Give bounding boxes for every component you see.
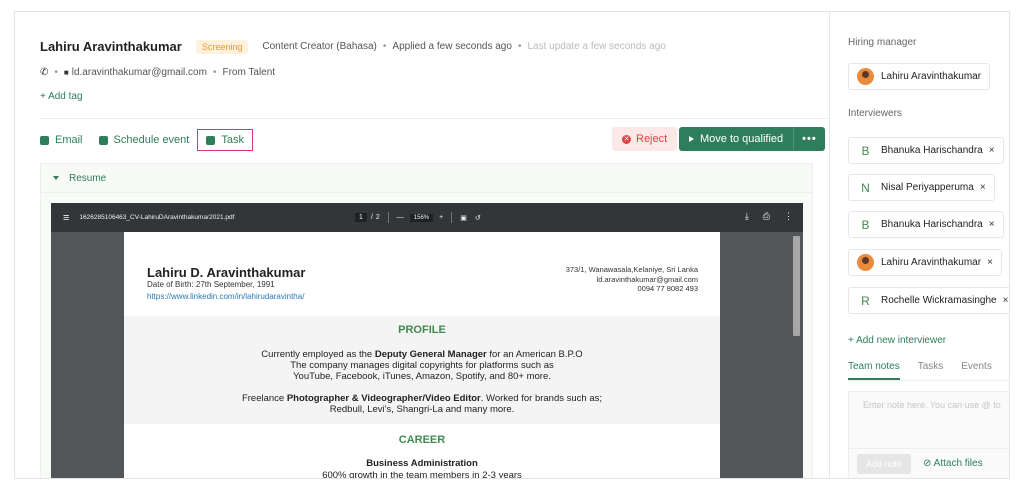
resume-name: Lahiru D. Aravinthakumar [147, 265, 306, 280]
mail-icon: ■ [63, 68, 69, 77]
pdf-toolbar: ≡ 1626285106463_CV-LahiruDAravinthakumar… [51, 203, 803, 232]
more-options-button[interactable]: ••• [794, 133, 825, 145]
contact-row: ✆ • ■ ld.aravinthakumar@gmail.com • From… [40, 67, 276, 78]
more-vert-icon[interactable]: ⋮ [784, 211, 793, 222]
tab-events[interactable]: Events [961, 361, 992, 380]
resume-panel: Resume ≡ 1626285106463_CV-LahiruDAravint… [40, 163, 813, 479]
task-icon [206, 135, 216, 145]
add-tag-button[interactable]: + Add tag [40, 91, 83, 102]
hiring-manager-label: Hiring manager [848, 37, 917, 48]
profile-line-5: Redbull, Levi's, Shangri-La and many mor… [329, 404, 515, 415]
resume-linkedin-link[interactable]: https://www.linkedin.com/in/lahirudaravi… [147, 292, 304, 301]
envelope-icon [40, 135, 49, 145]
remove-icon[interactable]: × [987, 257, 993, 268]
note-footer: Add note ⊘ Attach files [848, 449, 1009, 478]
add-interviewer-button[interactable]: + Add new interviewer [848, 335, 946, 346]
career-title: Business Administration [366, 458, 478, 469]
profile-line-4: Freelance Photographer & Videographer/Vi… [241, 393, 603, 404]
remove-icon[interactable]: × [989, 219, 995, 230]
reject-button[interactable]: ✕ Reject [612, 127, 678, 151]
interviewer-initial: B [861, 143, 870, 158]
pdf-scrollbar[interactable] [793, 236, 800, 336]
interviewer-chip[interactable]: R Rochelle Wickramasinghe × [848, 287, 1009, 314]
zoom-out-icon[interactable]: — [397, 214, 404, 221]
profile-line-1: Currently employed as the Deputy General… [261, 349, 583, 360]
caret-down-icon [53, 176, 59, 180]
resume-contact: 373/1, Wanawasala,Kelaniye, Sri Lanka ld… [565, 265, 698, 293]
pdf-page-controls: 1 / 2 — 156% + ▣ ↺ [355, 212, 481, 223]
calendar-icon [98, 135, 108, 145]
applied-time: Applied a few seconds ago [392, 41, 512, 52]
candidate-page: Lahiru Aravinthakumar Screening Content … [14, 11, 1010, 479]
tab-team-notes[interactable]: Team notes [848, 361, 900, 380]
rotate-icon[interactable]: ↺ [475, 214, 481, 222]
divider [40, 118, 828, 119]
resume-dob: Date of Birth: 27th September, 1991 [147, 280, 275, 289]
interviewer-chip[interactable]: B Bhanuka Harischandra × [848, 137, 1004, 164]
fit-page-icon[interactable]: ▣ [460, 214, 467, 222]
email-button[interactable]: Email [40, 134, 83, 146]
profile-line-2: The company manages digital copyrights f… [290, 360, 554, 371]
career-heading: CAREER [398, 434, 446, 446]
page-input[interactable]: 1 [355, 213, 367, 222]
last-update: Last update a few seconds ago [527, 41, 666, 52]
hiring-manager-chip[interactable]: Lahiru Aravinthakumar [848, 63, 991, 90]
pdf-page: Lahiru D. Aravinthakumar Date of Birth: … [124, 232, 720, 479]
candidate-source: From Talent [222, 67, 276, 78]
note-input[interactable]: Enter note here. You can use @ to [848, 391, 1009, 449]
pdf-right-tools: ⤓ ⎙ ⋮ [745, 211, 793, 222]
avatar [857, 68, 874, 85]
job-role: Content Creator (Bahasa) [262, 41, 377, 52]
interviewer-chip[interactable]: B Bhanuka Harischandra × [848, 211, 1004, 238]
avatar [857, 254, 874, 271]
attach-files-button[interactable]: ⊘ Attach files [923, 458, 983, 469]
print-icon[interactable]: ⎙ [763, 211, 770, 222]
interviewers-label: Interviewers [848, 108, 902, 119]
action-bar: Email Schedule event Task [40, 129, 269, 151]
tab-tasks[interactable]: Tasks [918, 361, 944, 380]
schedule-event-button[interactable]: Schedule event [98, 134, 189, 146]
resume-toggle[interactable]: Resume [41, 164, 812, 193]
pdf-viewer[interactable]: ≡ 1626285106463_CV-LahiruDAravinthakumar… [51, 203, 803, 479]
interviewer-initial: B [861, 217, 870, 232]
candidate-header: Lahiru Aravinthakumar Screening Content … [40, 39, 666, 54]
add-note-button[interactable]: Add note [857, 453, 912, 474]
reject-icon: ✕ [622, 134, 631, 144]
right-sidebar: Hiring manager Lahiru Aravinthakumar Int… [829, 12, 1009, 478]
remove-icon[interactable]: × [980, 182, 986, 193]
career-line: 600% growth in the team members in 2-3 y… [322, 470, 522, 479]
download-icon[interactable]: ⤓ [745, 211, 749, 222]
candidate-name: Lahiru Aravinthakumar [40, 39, 182, 54]
main-panel: Lahiru Aravinthakumar Screening Content … [15, 12, 828, 478]
candidate-email[interactable]: ld.aravinthakumar@gmail.com [72, 67, 207, 78]
remove-icon[interactable]: × [989, 145, 995, 156]
stage-badge[interactable]: Screening [195, 39, 249, 54]
zoom-in-icon[interactable]: + [439, 214, 443, 221]
notes-tabs: Team notes Tasks Events [848, 361, 992, 380]
profile-heading: PROFILE [398, 324, 446, 336]
zoom-level[interactable]: 156% [409, 213, 434, 222]
remove-icon[interactable]: × [1003, 295, 1009, 306]
move-to-qualified-button[interactable]: Move to qualified ••• [679, 127, 825, 151]
paperclip-icon: ⊘ [923, 458, 932, 469]
play-icon [689, 136, 694, 142]
phone-icon[interactable]: ✆ [40, 67, 48, 78]
profile-line-3: YouTube, Facebook, iTunes, Amazon, Spoti… [293, 371, 551, 382]
menu-icon[interactable]: ≡ [63, 212, 69, 224]
pdf-filename: 1626285106463_CV-LahiruDAravinthakumar20… [79, 214, 235, 221]
task-button[interactable]: Task [197, 129, 253, 151]
interviewer-chip[interactable]: Lahiru Aravinthakumar × [848, 249, 1002, 276]
interviewer-initial: N [861, 180, 870, 195]
interviewer-initial: R [861, 293, 870, 308]
interviewer-chip[interactable]: N Nisal Periyapperuma × [848, 174, 995, 201]
